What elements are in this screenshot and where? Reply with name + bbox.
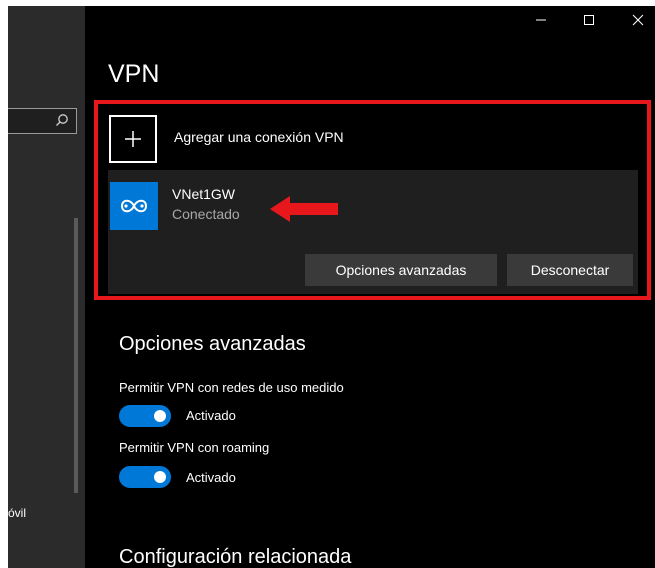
related-settings-heading: Configuración relacionada: [119, 546, 352, 568]
add-vpn-connection-button[interactable]: Agregar una conexión VPN: [109, 115, 469, 165]
vpn-network-icon: [110, 182, 158, 230]
roaming-toggle[interactable]: [119, 466, 171, 488]
disconnect-button[interactable]: Desconectar: [507, 254, 633, 286]
metered-networks-toggle[interactable]: [119, 405, 171, 427]
metered-networks-state: Activado: [186, 408, 236, 423]
plus-icon: [109, 115, 157, 163]
minimize-icon: [536, 19, 546, 21]
nav-item-mobile-label[interactable]: óvil: [8, 506, 26, 520]
vpn-connection-name: VNet1GW: [172, 186, 236, 202]
add-vpn-label: Agregar una conexión VPN: [174, 129, 344, 145]
page-title: VPN: [108, 60, 160, 88]
red-arrow-annotation: [270, 196, 338, 222]
minimize-button[interactable]: [522, 6, 560, 34]
close-icon: [632, 14, 644, 26]
roaming-label: Permitir VPN con roaming: [119, 440, 270, 455]
close-button[interactable]: [619, 6, 655, 34]
vpn-connection-status: Conectado: [172, 206, 240, 222]
navigation-pane: óvil: [8, 6, 85, 568]
advanced-options-heading: Opciones avanzadas: [119, 333, 306, 355]
search-input[interactable]: [8, 108, 77, 134]
advanced-options-button[interactable]: Opciones avanzadas: [305, 254, 497, 286]
nav-scrollbar[interactable]: [74, 218, 78, 493]
toggle-knob: [154, 410, 166, 422]
maximize-button[interactable]: [570, 6, 608, 34]
maximize-icon: [584, 15, 594, 25]
roaming-state: Activado: [186, 470, 236, 485]
search-icon[interactable]: [55, 113, 69, 127]
toggle-knob: [154, 471, 166, 483]
metered-networks-label: Permitir VPN con redes de uso medido: [119, 380, 344, 395]
settings-window: óvil VPN Agregar una conexión VPN VNet1G…: [8, 6, 655, 568]
